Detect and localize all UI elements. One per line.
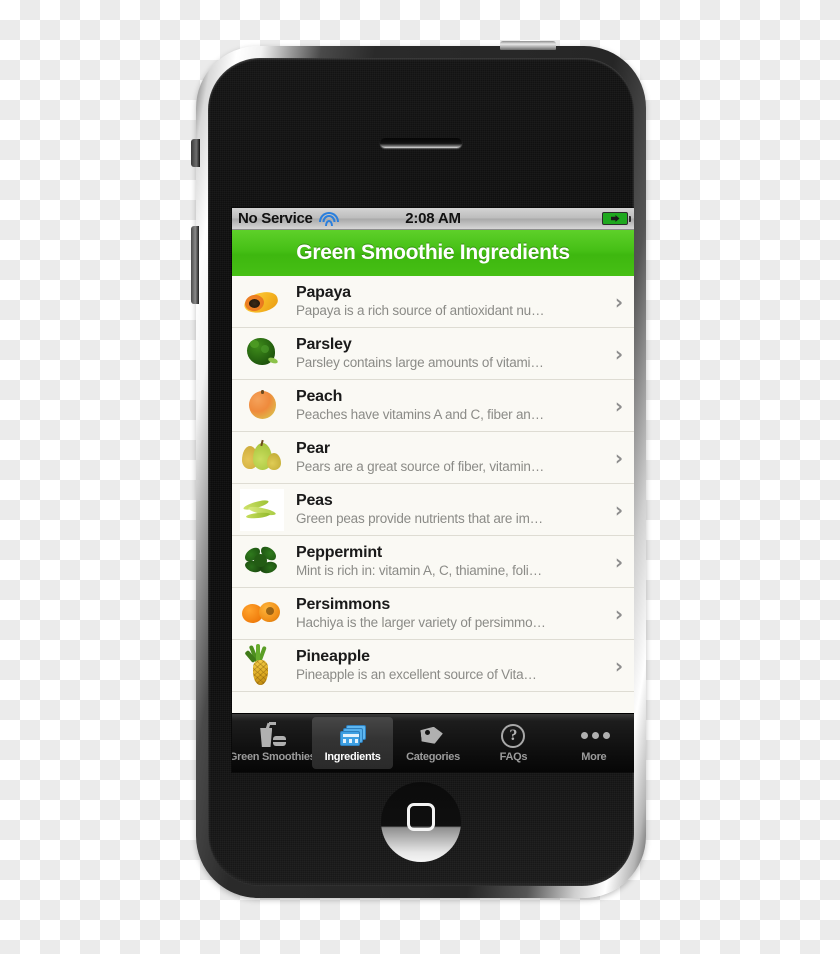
persimmons-thumb [236, 590, 288, 638]
ingredient-name: Papaya [296, 284, 351, 301]
pear-thumb [236, 434, 288, 482]
carrier-label: No Service [238, 210, 313, 227]
tab-bar: Green Smoothies Ingredients Categories ?… [232, 713, 634, 772]
ingredient-name: Peas [296, 492, 333, 509]
peppermint-thumb [236, 538, 288, 586]
row-text: Pineapple Pineapple is an excellent sour… [288, 647, 606, 684]
tab-label: Ingredients [324, 751, 381, 763]
ingredient-name: Pear [296, 440, 330, 457]
home-button[interactable] [381, 782, 461, 862]
chevron-right-icon: › [614, 445, 624, 470]
row-text: Peppermint Mint is rich in: vitamin A, C… [288, 543, 606, 580]
row-text: Peach Peaches have vitamins A and C, fib… [288, 387, 606, 424]
ingredient-description: Mint is rich in: vitamin A, C, thiamine,… [296, 563, 542, 578]
row-text: Parsley Parsley contains large amounts o… [288, 335, 606, 372]
question-mark-icon: ? [498, 723, 528, 749]
tab-label: FAQs [499, 751, 528, 763]
table-row[interactable]: Papaya Papaya is a rich source of antiox… [232, 276, 634, 328]
ingredient-description: Hachiya is the larger variety of persimm… [296, 615, 546, 630]
row-text: Peas Green peas provide nutrients that a… [288, 491, 606, 528]
device-bezel: No Service 2:08 AM Green Smoothie Ingred… [208, 58, 634, 886]
ingredient-description: Pears are a great source of fiber, vitam… [296, 459, 545, 474]
volume-buttons[interactable] [191, 226, 199, 304]
phone-screen: No Service 2:08 AM Green Smoothie Ingred… [232, 208, 634, 772]
ingredient-cards-icon [338, 723, 368, 749]
earpiece-speaker [380, 138, 462, 148]
ellipsis-icon [579, 723, 610, 749]
navigation-bar: Green Smoothie Ingredients [232, 230, 634, 277]
ingredient-description: Parsley contains large amounts of vitami… [296, 355, 544, 370]
peas-thumb [236, 486, 288, 534]
tab-green-smoothies[interactable]: Green Smoothies [232, 714, 312, 772]
page-title: Green Smoothie Ingredients [296, 241, 570, 264]
status-bar-left: No Service [238, 210, 339, 227]
chevron-right-icon: › [614, 289, 624, 314]
tab-label: Green Smoothies [232, 751, 313, 763]
chevron-right-icon: › [614, 653, 624, 678]
table-row[interactable]: Pear Pears are a great source of fiber, … [232, 432, 634, 484]
ingredient-description: Papaya is a rich source of antioxidant n… [296, 303, 545, 318]
row-text: Pear Pears are a great source of fiber, … [288, 439, 606, 476]
ingredients-list[interactable]: Papaya Papaya is a rich source of antiox… [232, 276, 634, 714]
chevron-right-icon: › [614, 601, 624, 626]
row-text: Papaya Papaya is a rich source of antiox… [288, 283, 606, 320]
ingredient-name: Peach [296, 388, 343, 405]
table-row[interactable]: Peppermint Mint is rich in: vitamin A, C… [232, 536, 634, 588]
table-row[interactable]: Pineapple Pineapple is an excellent sour… [232, 640, 634, 692]
peach-thumb [236, 382, 288, 430]
ingredient-description: Green peas provide nutrients that are im… [296, 511, 543, 526]
battery-charging-icon [602, 212, 631, 225]
ingredient-name: Persimmons [296, 596, 391, 613]
tab-categories[interactable]: Categories [393, 714, 473, 772]
table-row[interactable]: Persimmons Hachiya is the larger variety… [232, 588, 634, 640]
silent-switch[interactable] [191, 139, 200, 167]
ingredient-description: Pineapple is an excellent source of Vita… [296, 667, 537, 682]
tab-label: More [581, 751, 607, 763]
table-row[interactable]: Peas Green peas provide nutrients that a… [232, 484, 634, 536]
table-row[interactable]: Peach Peaches have vitamins A and C, fib… [232, 380, 634, 432]
chevron-right-icon: › [614, 549, 624, 574]
status-bar-clock: 2:08 AM [405, 210, 461, 227]
ingredient-name: Pineapple [296, 648, 370, 665]
chevron-right-icon: › [614, 341, 624, 366]
table-row[interactable]: Parsley Parsley contains large amounts o… [232, 328, 634, 380]
parsley-thumb [236, 330, 288, 378]
power-button[interactable] [500, 41, 556, 50]
ingredients-list-inner: Papaya Papaya is a rich source of antiox… [232, 276, 634, 692]
tag-icon [418, 723, 448, 749]
tab-label: Categories [406, 751, 460, 763]
ingredient-name: Peppermint [296, 544, 383, 561]
row-text: Persimmons Hachiya is the larger variety… [288, 595, 606, 632]
chevron-right-icon: › [614, 497, 624, 522]
home-square-icon [407, 803, 435, 831]
tab-more[interactable]: More [554, 714, 634, 772]
tab-ingredients[interactable]: Ingredients [312, 717, 393, 769]
pineapple-thumb [236, 642, 288, 690]
tab-faqs[interactable]: ? FAQs [473, 714, 553, 772]
chevron-right-icon: › [614, 393, 624, 418]
ingredient-name: Parsley [296, 336, 352, 353]
ingredient-description: Peaches have vitamins A and C, fiber an… [296, 407, 544, 422]
status-bar: No Service 2:08 AM [232, 208, 634, 230]
papaya-thumb [236, 278, 288, 326]
wifi-icon [318, 211, 339, 226]
iphone-device: No Service 2:08 AM Green Smoothie Ingred… [191, 41, 646, 898]
smoothie-glass-icon [257, 722, 287, 749]
